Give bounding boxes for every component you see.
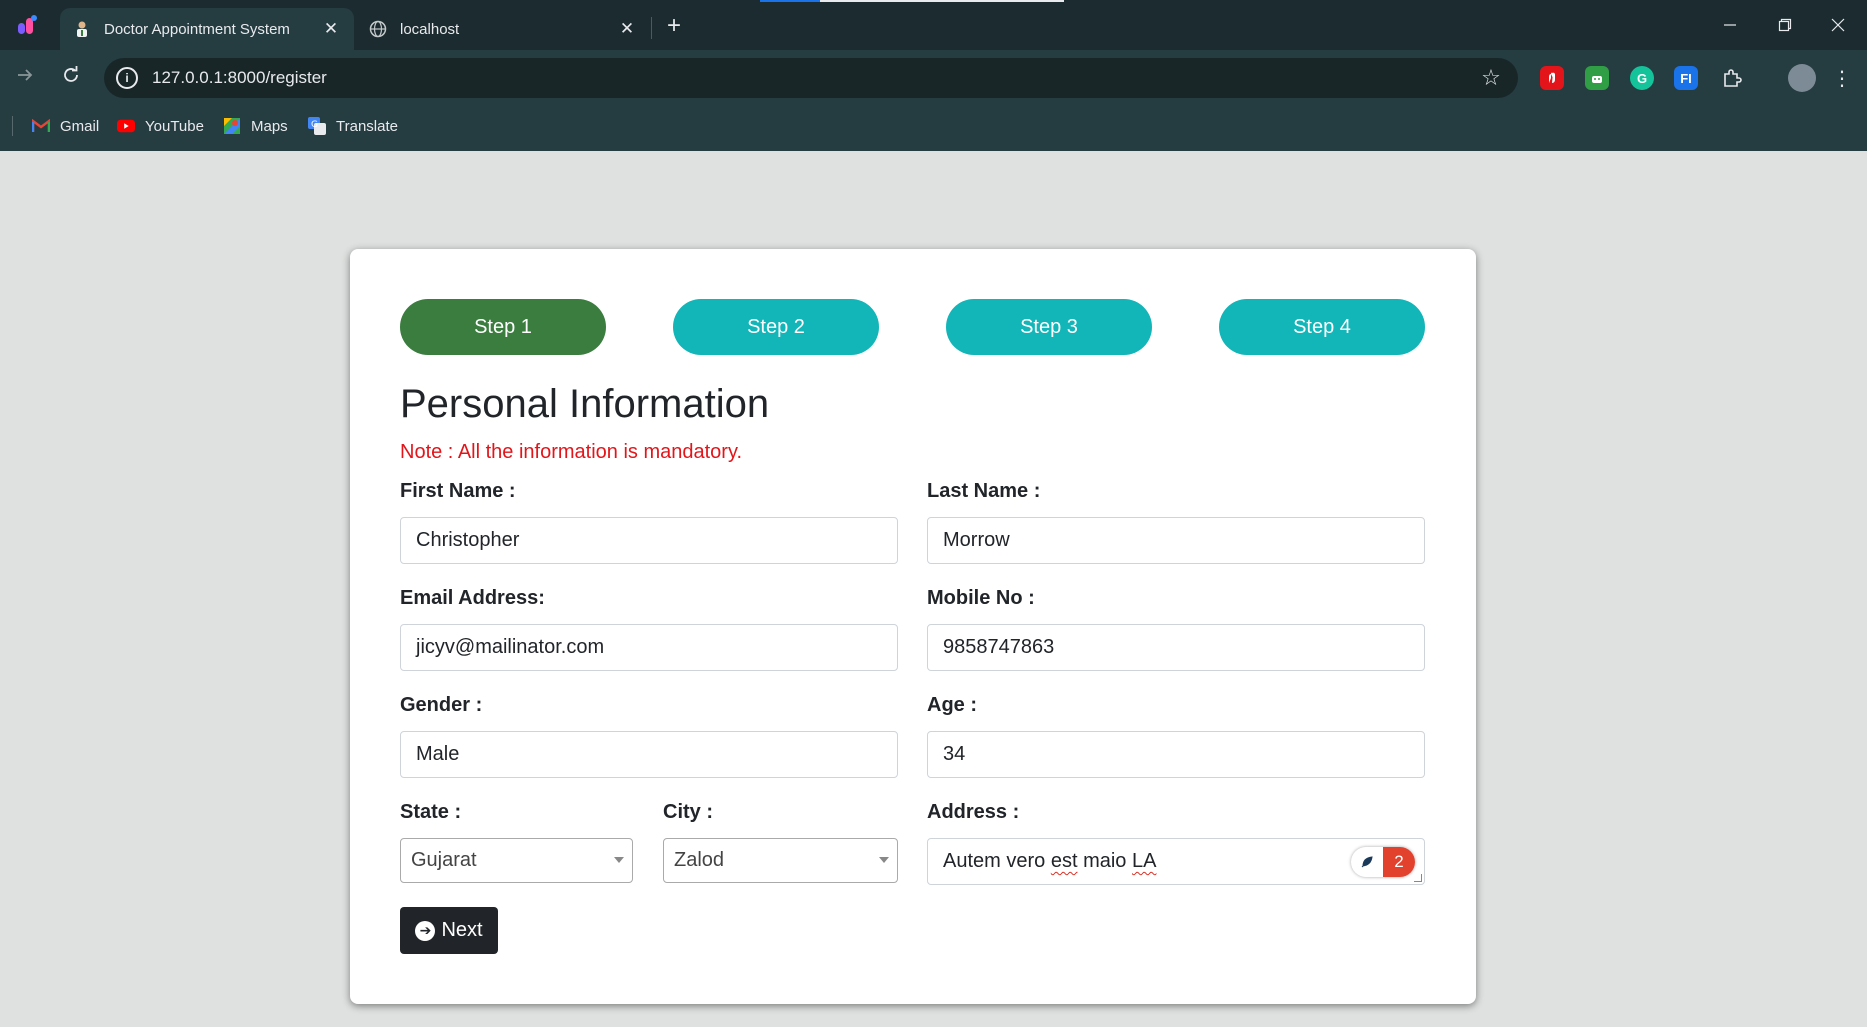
tab-doctor-appointment[interactable]: Doctor Appointment System ✕ [60,8,354,50]
bookmark-label: YouTube [145,117,204,135]
age-label: Age : [927,694,977,716]
feather-icon [1351,847,1383,877]
mandatory-note: Note : All the information is mandatory. [400,441,743,463]
profile-avatar[interactable] [1788,64,1816,92]
close-tab-icon[interactable]: ✕ [616,18,638,40]
step-1-button[interactable]: Step 1 [400,299,606,355]
new-tab-button[interactable]: + [660,12,688,40]
extensions-puzzle-icon[interactable] [1720,66,1744,90]
adblock-extension-icon[interactable] [1540,66,1564,90]
close-tab-icon[interactable]: ✕ [320,18,342,40]
next-button[interactable]: ➔ Next [400,907,498,954]
first-name-input[interactable]: Christopher [400,517,898,564]
browser-toolbar: i 127.0.0.1:8000/register ☆ G FI ⋮ [0,50,1867,100]
chevron-down-icon [614,857,624,863]
registration-card: Step 1 Step 2 Step 3 Step 4 Personal Inf… [350,249,1476,1004]
gmail-icon [32,117,50,135]
tab-localhost[interactable]: localhost ✕ [356,8,650,50]
bookmark-gmail[interactable]: Gmail [32,114,99,138]
city-label: City : [663,801,713,823]
bookmark-translate[interactable]: G Translate [308,114,398,138]
bookmark-label: Translate [336,117,398,135]
translate-extension-icon[interactable]: FI [1674,66,1698,90]
grammarly-extension-icon[interactable]: G [1630,66,1654,90]
state-selected-value: Gujarat [411,849,477,871]
bookmarks-bar: Gmail YouTube Maps G Translate [0,100,1867,151]
state-label: State : [400,801,462,823]
gender-input[interactable]: Male [400,731,898,778]
reload-icon[interactable] [56,60,86,90]
gender-label: Gender : [400,694,483,716]
step-2-button[interactable]: Step 2 [673,299,879,355]
address-label: Address : [927,801,1020,823]
email-label: Email Address: [400,587,545,609]
bookmark-label: Gmail [60,117,100,135]
page-title: Personal Information [400,382,770,426]
city-select[interactable]: Zalod [663,838,898,883]
grammarly-widget[interactable]: 2 [1351,847,1415,877]
age-input[interactable]: 34 [927,731,1425,778]
email-input[interactable]: jicyv@mailinator.com [400,624,898,671]
svg-text:G: G [311,120,318,130]
bookmark-star-icon[interactable]: ☆ [1476,63,1506,93]
translate-icon: G [308,117,326,135]
maps-icon [223,117,241,135]
browser-menu-icon[interactable]: ⋮ [1830,64,1854,92]
minimize-window-icon[interactable] [1710,10,1750,40]
arrow-right-circle-icon: ➔ [415,920,436,941]
state-select[interactable]: Gujarat [400,838,633,883]
first-name-label: First Name : [400,480,516,502]
tab-divider [651,17,652,39]
grammar-issue-count-badge: 2 [1383,847,1415,877]
address-textarea[interactable]: Autem vero est maio LA 2 [927,838,1425,885]
last-name-input[interactable]: Morrow [927,517,1425,564]
step-4-button[interactable]: Step 4 [1219,299,1425,355]
globe-icon [368,19,388,39]
loading-indicator [760,0,1064,2]
address-bar[interactable]: i 127.0.0.1:8000/register ☆ [104,58,1518,98]
city-selected-value: Zalod [674,849,725,871]
youtube-icon [117,117,135,135]
resize-handle-icon[interactable] [1414,874,1422,882]
close-window-icon[interactable] [1818,10,1858,40]
bookmarks-divider [12,116,13,136]
mobile-input[interactable]: 9858747863 [927,624,1425,671]
address-text: Autem vero est maio LA [943,850,1157,872]
tab-title: Doctor Appointment System [104,20,290,38]
bookmark-label: Maps [251,117,288,135]
next-button-label: Next [441,919,483,941]
step-3-button[interactable]: Step 3 [946,299,1152,355]
doctor-icon [72,19,92,39]
restore-window-icon[interactable] [1765,10,1805,40]
mobile-label: Mobile No : [927,587,1035,609]
site-info-icon[interactable]: i [116,67,138,89]
app-logo-icon[interactable] [16,14,38,36]
android-extension-icon[interactable] [1585,66,1609,90]
bookmark-youtube[interactable]: YouTube [117,114,204,138]
bookmark-maps[interactable]: Maps [223,114,288,138]
tab-title: localhost [400,20,460,38]
last-name-label: Last Name : [927,480,1041,502]
browser-tab-bar: Doctor Appointment System ✕ localhost ✕ … [0,0,1867,50]
forward-arrow-icon[interactable] [10,60,40,90]
chevron-down-icon [879,857,889,863]
url-text[interactable]: 127.0.0.1:8000/register [152,68,1476,88]
